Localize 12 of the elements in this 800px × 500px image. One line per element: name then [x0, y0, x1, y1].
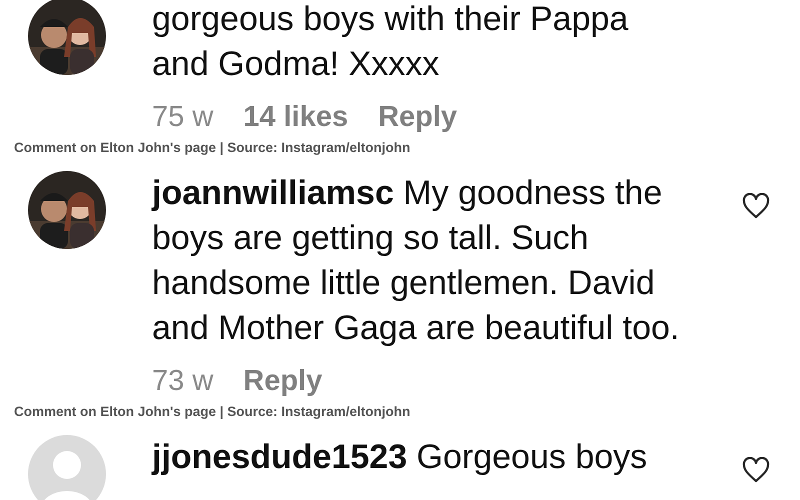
reply-link[interactable]: Reply [378, 101, 458, 133]
comment-text: jjonesdude1523 Gorgeous boys [152, 437, 648, 478]
heart-icon[interactable] [742, 457, 770, 483]
image-caption: Comment on Elton John's page | Source: Instagram/eltonjohn [14, 141, 412, 155]
image-caption: Comment on Elton John's page | Source: Instagram/eltonjohn [14, 405, 412, 419]
reply-link[interactable]: Reply [243, 365, 322, 397]
comment-text: gorgeous boys with their Pappa and Godma! Xxxxx [152, 0, 630, 85]
like-count[interactable]: 14 likes [243, 101, 348, 133]
comment-text: joannwilliamsc My goodness the boys are getting so tall. Such handsome little gentlemen. David and Mother Gaga are beautiful too. [152, 173, 680, 349]
heart-icon[interactable] [742, 193, 770, 219]
comment-time: 73 w [152, 365, 214, 397]
comment-time: 75 w [152, 101, 214, 133]
